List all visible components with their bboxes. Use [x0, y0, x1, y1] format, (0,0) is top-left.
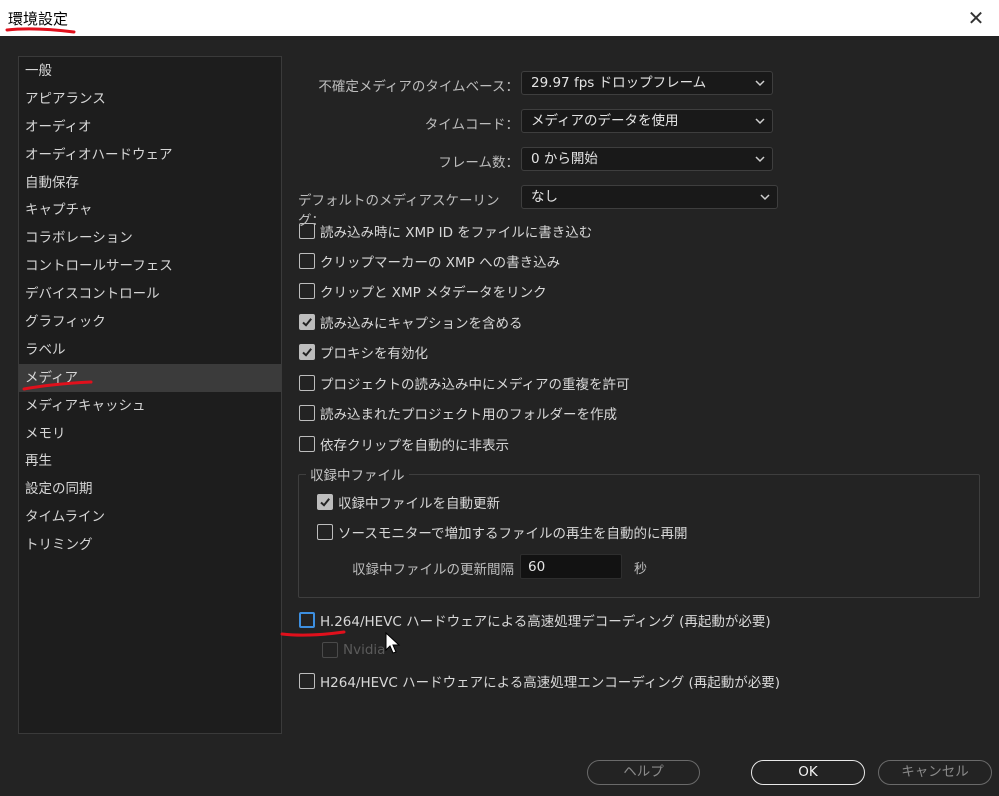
checkmark-icon [320, 498, 330, 507]
sidebar-item[interactable]: グラフィック [19, 308, 281, 336]
sidebar-item[interactable]: 再生 [19, 447, 281, 475]
chevron-down-icon [755, 118, 765, 125]
media-checkbox[interactable] [299, 344, 315, 360]
media-checkbox-row[interactable]: クリップと XMP メタデータをリンク [299, 281, 547, 301]
media-checkbox[interactable] [299, 253, 315, 269]
hw-encoding-label: H264/HEVC ハードウェアによる高速処理エンコーディング (再起動が必要) [320, 675, 781, 691]
auto-resume-label: ソースモニターで増加するファイルの再生を自動的に再開 [338, 526, 688, 542]
help-button[interactable]: ヘルプ [587, 760, 700, 785]
media-checkbox[interactable] [299, 375, 315, 391]
auto-resume-checkbox[interactable] [317, 524, 333, 540]
media-checkbox-row[interactable]: 読み込み時に XMP ID をファイルに書き込む [299, 221, 592, 241]
checkmark-icon [302, 318, 312, 327]
hw-encoding-checkbox-row[interactable]: H264/HEVC ハードウェアによる高速処理エンコーディング (再起動が必要) [299, 671, 780, 691]
sidebar-item[interactable]: オーディオ [19, 113, 281, 141]
frame-count-value: 0 から開始 [531, 151, 598, 167]
chevron-down-icon [760, 194, 770, 201]
media-checkbox-row[interactable]: プロジェクトの読み込み中にメディアの重複を許可 [299, 373, 630, 393]
ok-button[interactable]: OK [751, 760, 865, 785]
sidebar-item[interactable]: メモリ [19, 420, 281, 448]
auto-refresh-checkbox[interactable] [317, 494, 333, 510]
sidebar-item[interactable]: 自動保存 [19, 169, 281, 197]
window-title: 環境設定 [8, 10, 69, 28]
hw-encoding-checkbox[interactable] [299, 673, 315, 689]
nvidia-label: Nvidia [343, 642, 386, 658]
media-checkbox[interactable] [299, 223, 315, 239]
media-checkbox-label: プロジェクトの読み込み中にメディアの重複を許可 [320, 377, 630, 393]
sidebar-item[interactable]: コラボレーション [19, 224, 281, 252]
nvidia-checkbox-row[interactable]: Nvidia [322, 640, 385, 660]
media-checkbox-row[interactable]: プロキシを有効化 [299, 342, 428, 362]
sidebar-list: 一般 アピアランス オーディオ オーディオハードウェア 自動保存 キャプチャ コラボレーショ… [19, 57, 281, 559]
media-checkbox[interactable] [299, 405, 315, 421]
hw-decoding-label: H.264/HEVC ハードウェアによる高速処理デコーディング (再起動が必要) [320, 614, 771, 630]
media-checkbox-label: 読み込まれたプロジェクト用のフォルダーを作成 [320, 407, 617, 423]
timebase-label: 不確定メディアのタイムベース： [318, 79, 519, 95]
sidebar-item[interactable]: タイムライン [19, 503, 281, 531]
refresh-interval-unit: 秒 [634, 562, 648, 577]
media-checkbox-label: 読み込み時に XMP ID をファイルに書き込む [320, 225, 593, 241]
timebase-dropdown[interactable]: 29.97 fps ドロップフレーム [521, 71, 773, 95]
auto-refresh-label: 収録中ファイルを自動更新 [338, 496, 500, 512]
sidebar-item[interactable]: ラベル [19, 336, 281, 364]
frame-count-dropdown[interactable]: 0 から開始 [521, 147, 773, 171]
refresh-interval-label: 収録中ファイルの更新間隔 [352, 562, 514, 578]
media-checkbox[interactable] [299, 314, 315, 330]
sidebar-item[interactable]: トリミング [19, 531, 281, 559]
media-checkbox-label: クリップと XMP メタデータをリンク [320, 285, 547, 301]
media-checkbox-label: クリップマーカーの XMP への書き込み [320, 255, 561, 271]
media-checkbox-row[interactable]: 読み込みにキャプションを含める [299, 312, 523, 332]
default-scaling-value: なし [531, 189, 558, 205]
media-checkbox-label: 読み込みにキャプションを含める [320, 316, 523, 332]
sidebar-item[interactable]: 一般 [19, 57, 281, 85]
sidebar-item[interactable]: メディアキャッシュ [19, 392, 281, 420]
media-checkbox[interactable] [299, 436, 315, 452]
auto-refresh-checkbox-row[interactable]: 収録中ファイルを自動更新 [317, 492, 500, 512]
chevron-down-icon [755, 80, 765, 87]
mouse-cursor-icon [385, 632, 401, 654]
default-scaling-dropdown[interactable]: なし [521, 185, 778, 209]
sidebar-item[interactable]: オーディオハードウェア [19, 141, 281, 169]
media-checkbox-row[interactable]: 読み込まれたプロジェクト用のフォルダーを作成 [299, 403, 617, 423]
sidebar-item[interactable]: アピアランス [19, 85, 281, 113]
media-checkbox-label: プロキシを有効化 [320, 346, 428, 362]
sidebar-item[interactable]: デバイスコントロール [19, 280, 281, 308]
auto-resume-checkbox-row[interactable]: ソースモニターで増加するファイルの再生を自動的に再開 [317, 522, 688, 542]
media-checkbox[interactable] [299, 283, 315, 299]
timecode-value: メディアのデータを使用 [531, 113, 679, 129]
title-bar: 環境設定 ✕ [0, 0, 999, 36]
sidebar-item[interactable]: キャプチャ [19, 196, 281, 224]
media-checkbox-label: 依存クリップを自動的に非表示 [320, 438, 509, 454]
timecode-label: タイムコード： [424, 117, 519, 133]
refresh-interval-input[interactable]: 60 [520, 554, 622, 579]
cancel-button[interactable]: キャンセル [878, 760, 992, 785]
media-checkbox-row[interactable]: 依存クリップを自動的に非表示 [299, 434, 509, 454]
sidebar-item[interactable]: 設定の同期 [19, 475, 281, 503]
sidebar-item[interactable]: コントロールサーフェス [19, 252, 281, 280]
hw-decoding-checkbox-row[interactable]: H.264/HEVC ハードウェアによる高速処理デコーディング (再起動が必要) [299, 610, 771, 630]
timecode-dropdown[interactable]: メディアのデータを使用 [521, 109, 773, 133]
hw-decoding-checkbox[interactable] [299, 612, 315, 628]
sidebar: 一般 アピアランス オーディオ オーディオハードウェア 自動保存 キャプチャ コラボレーショ… [18, 56, 282, 734]
sidebar-item[interactable]: メディア [19, 363, 281, 392]
media-checkbox-row[interactable]: クリップマーカーの XMP への書き込み [299, 251, 560, 271]
nvidia-checkbox[interactable] [322, 642, 338, 658]
growing-files-legend: 収録中ファイル [306, 464, 409, 484]
timebase-value: 29.97 fps ドロップフレーム [531, 75, 707, 91]
close-icon[interactable]: ✕ [965, 7, 987, 29]
chevron-down-icon [755, 156, 765, 163]
frame-count-label: フレーム数： [438, 155, 519, 171]
checkmark-icon [302, 348, 312, 357]
